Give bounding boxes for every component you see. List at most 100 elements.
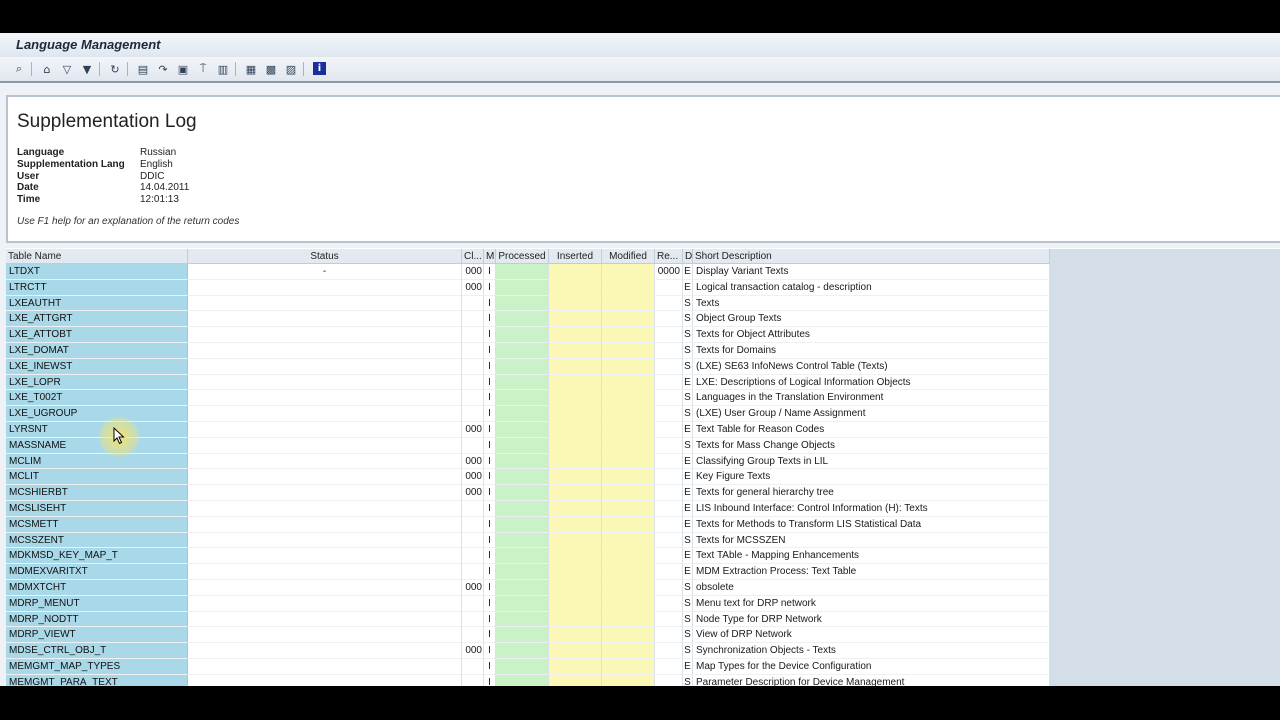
column-header-processed[interactable]: Processed (496, 249, 549, 264)
table-row[interactable]: MDRP_MENUT I S Menu text for DRP network (6, 595, 1050, 612)
cell-status[interactable] (188, 532, 462, 549)
cell-inserted[interactable] (549, 659, 602, 675)
cell-table-name[interactable]: LXEAUTHT (6, 295, 188, 312)
cell-short-description[interactable]: Menu text for DRP network (693, 595, 1050, 612)
cell-status[interactable] (188, 548, 462, 565)
send-icon[interactable]: ↷ (155, 61, 171, 77)
cell-client[interactable] (462, 674, 484, 686)
table-row[interactable]: LYRSNT 000 I E Text Table for Reason Codes (6, 422, 1050, 438)
cell-inserted[interactable] (549, 327, 602, 343)
cell-processed[interactable] (496, 264, 549, 280)
cell-mode[interactable]: I (484, 674, 496, 686)
cell-client[interactable] (462, 532, 484, 549)
table-row[interactable]: LXE_T002T I S Languages in the Translation … (6, 390, 1050, 407)
table-row[interactable]: MCLIM 000 I E Classifying Group Texts in LIL (6, 453, 1050, 470)
cell-client[interactable] (462, 295, 484, 312)
cell-status[interactable] (188, 453, 462, 470)
cell-status[interactable] (188, 516, 462, 533)
cell-processed[interactable] (496, 532, 549, 549)
cell-table-name[interactable]: MDMXTCHT (6, 580, 188, 596)
cell-inserted[interactable] (549, 501, 602, 517)
cell-return-code[interactable] (655, 548, 683, 565)
cell-client[interactable]: 000 (462, 469, 484, 486)
cell-short-description[interactable]: Node Type for DRP Network (693, 611, 1050, 628)
cell-table-name[interactable]: MDRP_VIEWT (6, 627, 188, 644)
table-row[interactable]: MASSNAME I S Texts for Mass Change Objects (6, 437, 1050, 454)
cell-client[interactable] (462, 516, 484, 533)
cell-short-description[interactable]: Object Group Texts (693, 311, 1050, 328)
cell-delivery-class[interactable]: E (683, 453, 693, 470)
cell-mode[interactable]: I (484, 343, 496, 359)
cell-table-name[interactable]: MDMEXVARITXT (6, 564, 188, 580)
cell-processed[interactable] (496, 327, 549, 343)
cell-delivery-class[interactable]: E (683, 469, 693, 486)
cell-table-name[interactable]: LYRSNT (6, 422, 188, 438)
cell-short-description[interactable]: (LXE) SE63 InfoNews Control Table (Texts… (693, 358, 1050, 375)
cell-status[interactable] (188, 627, 462, 644)
cell-short-description[interactable]: Texts for Methods to Transform LIS Stati… (693, 516, 1050, 533)
cell-client[interactable] (462, 564, 484, 580)
cell-modified[interactable] (602, 595, 655, 612)
cell-inserted[interactable] (549, 374, 602, 391)
cell-modified[interactable] (602, 643, 655, 659)
cell-client[interactable] (462, 343, 484, 359)
cell-client[interactable] (462, 327, 484, 343)
cell-inserted[interactable] (549, 643, 602, 659)
cell-mode[interactable]: I (484, 390, 496, 407)
cell-status[interactable]: - (188, 264, 462, 280)
cell-processed[interactable] (496, 674, 549, 686)
cell-delivery-class[interactable]: S (683, 358, 693, 375)
cell-short-description[interactable]: Languages in the Translation Environment (693, 390, 1050, 407)
cell-inserted[interactable] (549, 437, 602, 454)
cell-short-description[interactable]: Logical transaction catalog - descriptio… (693, 279, 1050, 296)
cell-return-code[interactable] (655, 564, 683, 580)
cell-delivery-class[interactable]: S (683, 580, 693, 596)
table-row[interactable]: MEMGMT_MAP_TYPES I E Map Types for the Devi… (6, 659, 1050, 675)
cell-status[interactable] (188, 643, 462, 659)
cell-short-description[interactable]: Key Figure Texts (693, 469, 1050, 486)
table-row[interactable]: MCLIT 000 I E Key Figure Texts (6, 469, 1050, 486)
cell-modified[interactable] (602, 548, 655, 565)
cell-short-description[interactable]: Texts for Object Attributes (693, 327, 1050, 343)
export-icon[interactable]: ▤ (135, 61, 151, 77)
cell-inserted[interactable] (549, 422, 602, 438)
cell-modified[interactable] (602, 264, 655, 280)
cell-mode[interactable]: I (484, 564, 496, 580)
cell-modified[interactable] (602, 532, 655, 549)
cell-modified[interactable] (602, 516, 655, 533)
column-header-inserted[interactable]: Inserted (549, 249, 602, 264)
cell-delivery-class[interactable]: S (683, 643, 693, 659)
cell-short-description[interactable]: Texts for Mass Change Objects (693, 437, 1050, 454)
cell-mode[interactable]: I (484, 406, 496, 422)
cell-table-name[interactable]: LTDXT (6, 264, 188, 280)
cell-mode[interactable]: I (484, 358, 496, 375)
cell-return-code[interactable] (655, 501, 683, 517)
cell-short-description[interactable]: Parameter Description for Device Managem… (693, 674, 1050, 686)
cell-mode[interactable]: I (484, 485, 496, 501)
cell-processed[interactable] (496, 422, 549, 438)
cell-delivery-class[interactable]: E (683, 264, 693, 280)
column-header-modified[interactable]: Modified (602, 249, 655, 264)
cell-delivery-class[interactable]: E (683, 279, 693, 296)
cell-status[interactable] (188, 659, 462, 675)
cell-return-code[interactable]: 0000 (655, 264, 683, 280)
cell-return-code[interactable] (655, 358, 683, 375)
cell-status[interactable] (188, 390, 462, 407)
column-header-table-name[interactable]: Table Name (6, 249, 188, 264)
cell-table-name[interactable]: MDSE_CTRL_OBJ_T (6, 643, 188, 659)
cell-modified[interactable] (602, 358, 655, 375)
table-row[interactable]: MDMXTCHT 000 I Sobsolete (6, 580, 1050, 596)
cell-inserted[interactable] (549, 548, 602, 565)
cell-processed[interactable] (496, 643, 549, 659)
cell-return-code[interactable] (655, 295, 683, 312)
cell-processed[interactable] (496, 279, 549, 296)
cell-table-name[interactable]: LXE_T002T (6, 390, 188, 407)
cell-mode[interactable]: I (484, 437, 496, 454)
cell-delivery-class[interactable]: E (683, 548, 693, 565)
cell-modified[interactable] (602, 485, 655, 501)
cell-table-name[interactable]: LXE_INEWST (6, 358, 188, 375)
cell-delivery-class[interactable]: E (683, 659, 693, 675)
cell-client[interactable] (462, 611, 484, 628)
cell-status[interactable] (188, 595, 462, 612)
info-icon[interactable]: i (313, 62, 326, 75)
